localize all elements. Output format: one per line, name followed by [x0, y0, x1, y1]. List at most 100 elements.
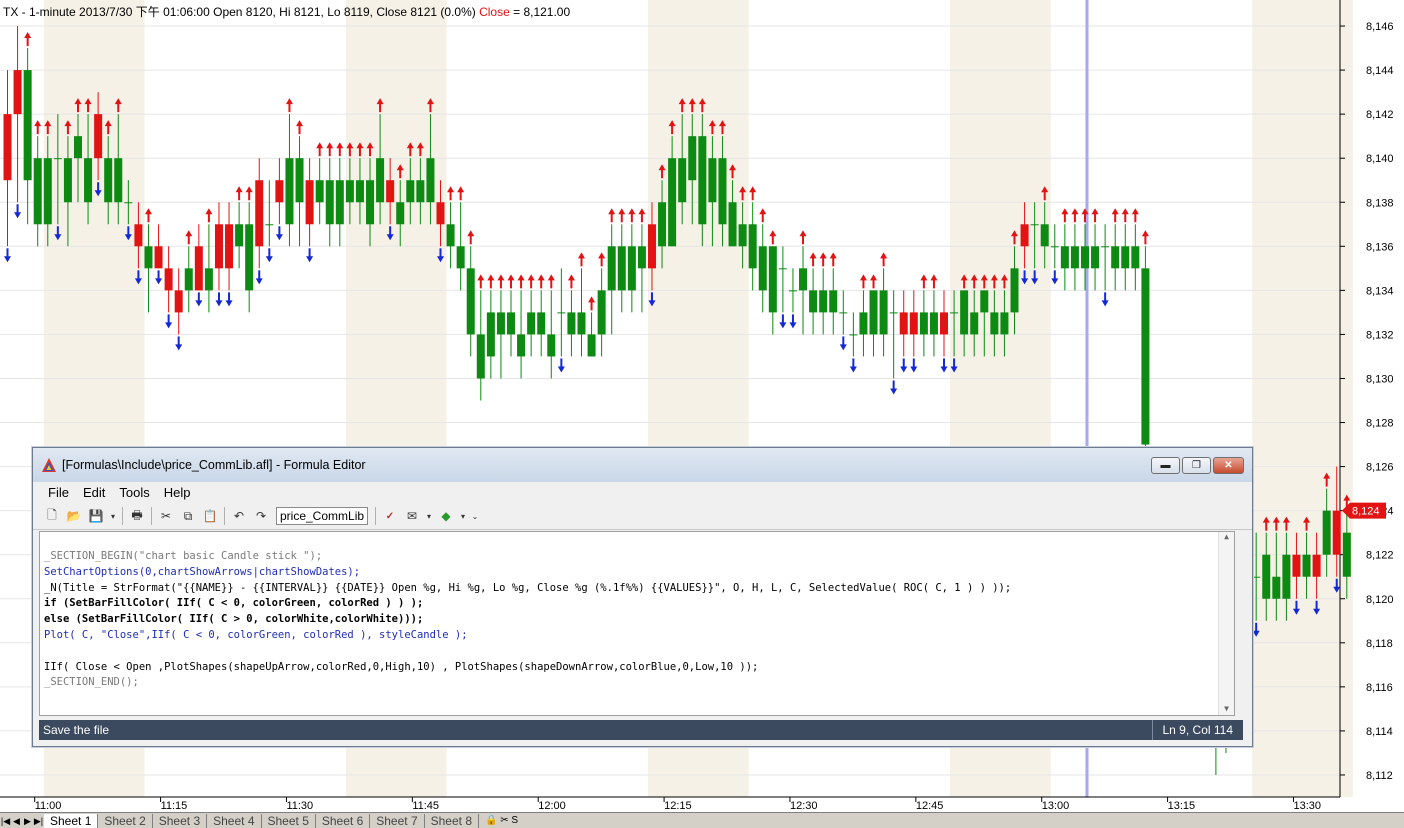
candle-body	[607, 246, 616, 291]
candle-body	[416, 180, 425, 203]
sheet-tab[interactable]: Sheet 6	[316, 813, 371, 828]
paste-icon[interactable]: 📋	[201, 507, 219, 525]
candle-body	[134, 224, 143, 247]
candle-body	[255, 180, 264, 247]
menu-edit[interactable]: Edit	[76, 485, 112, 500]
maximize-button[interactable]: ❐	[1182, 456, 1211, 474]
copy-icon[interactable]: ⧉	[179, 507, 197, 525]
y-axis-label: 8,134	[1366, 285, 1394, 297]
code-line: Plot( C, "Close",IIf( C < 0, colorGreen,…	[44, 628, 468, 641]
send-to-chart-icon[interactable]: ✉	[403, 507, 421, 525]
candle-body	[748, 224, 757, 269]
menu-help[interactable]: Help	[157, 485, 198, 500]
candle-body	[63, 158, 72, 203]
code-line: SetChartOptions(0,chartShowArrows|chartS…	[44, 565, 361, 578]
save-dropdown-icon[interactable]: ▾	[109, 507, 117, 525]
sheet-tab[interactable]: Sheet 3	[153, 813, 208, 828]
undo-icon[interactable]: ↶	[230, 507, 248, 525]
scroll-up-icon[interactable]: ▲	[1219, 532, 1234, 541]
candle-body	[1030, 224, 1039, 226]
toolbar-separator	[224, 507, 225, 525]
candle-body	[617, 246, 626, 291]
candle-body	[23, 70, 32, 181]
sheet-nav-icon[interactable]: ▶|	[33, 815, 44, 827]
sheet-tab[interactable]: Sheet 2	[98, 813, 153, 828]
minimize-button[interactable]: ▬	[1151, 456, 1180, 474]
candle-body	[1312, 554, 1321, 577]
candle-body	[355, 180, 364, 203]
sheet-tab[interactable]: Sheet 1	[44, 813, 99, 828]
sheet-nav-icon[interactable]: ◀	[11, 815, 22, 827]
candle-body	[376, 158, 385, 203]
candle-body	[517, 334, 526, 357]
chart-title-close-value: = 8,121.00	[510, 5, 571, 19]
candle-body	[1302, 554, 1311, 577]
candle-body	[366, 180, 375, 225]
candle-body	[476, 334, 485, 379]
code-line: else (SetBarFillColor( IIf( C > 0, color…	[44, 613, 424, 626]
close-button[interactable]: ✕	[1213, 456, 1244, 474]
candle-body	[698, 136, 707, 225]
candle-body	[1000, 312, 1009, 335]
chart-title-close-label: Close	[479, 5, 510, 19]
new-file-icon[interactable]: 🗋	[43, 507, 61, 525]
apply-indicator-icon[interactable]: ◆	[437, 507, 455, 525]
candle-body	[1060, 246, 1069, 269]
candle-body	[1282, 554, 1291, 599]
candle-body	[1020, 224, 1029, 247]
toolbar-separator	[151, 507, 152, 525]
candle-body	[305, 180, 314, 225]
menu-tools[interactable]: Tools	[112, 485, 156, 500]
x-axis-label: 11:45	[412, 800, 439, 812]
scroll-down-icon[interactable]: ▼	[1219, 704, 1234, 713]
open-folder-icon[interactable]: 📂	[65, 507, 83, 525]
toolbar-overflow-icon[interactable]: ⌄	[471, 507, 479, 525]
candle-body	[265, 224, 274, 226]
x-axis-label: 12:15	[664, 800, 692, 812]
y-axis-label: 8,116	[1366, 682, 1393, 694]
candle-body	[1121, 246, 1130, 269]
redo-icon[interactable]: ↷	[252, 507, 270, 525]
send-dropdown-icon[interactable]: ▾	[425, 507, 433, 525]
verify-syntax-icon[interactable]: ✓	[381, 507, 399, 525]
code-editor[interactable]: _SECTION_BEGIN("chart basic Candle stick…	[39, 531, 1235, 716]
x-axis-label: 11:15	[161, 800, 188, 812]
y-axis-label: 8,132	[1366, 329, 1394, 341]
candle-body	[53, 158, 62, 160]
y-axis-label: 8,130	[1366, 373, 1394, 385]
sheet-extra-icons[interactable]: 🔒 ✂ S	[479, 815, 518, 826]
candle-body	[788, 290, 797, 292]
apply-dropdown-icon[interactable]: ▾	[459, 507, 467, 525]
candle-body	[688, 136, 697, 181]
vertical-scrollbar[interactable]: ▲ ▼	[1218, 532, 1234, 715]
candle-body	[809, 290, 818, 313]
x-axis-label: 13:00	[1042, 800, 1070, 812]
print-icon[interactable]: 🖶	[128, 507, 146, 525]
menu-file[interactable]: File	[41, 485, 76, 500]
candle-body	[889, 312, 898, 314]
sheet-tab[interactable]: Sheet 4	[207, 813, 262, 828]
candle-body	[204, 268, 213, 291]
candle-body	[1131, 246, 1140, 269]
file-combo[interactable]	[276, 507, 368, 525]
menu-bar: File Edit Tools Help	[33, 482, 1252, 503]
candle-body	[386, 180, 395, 203]
y-axis-label: 8,142	[1366, 109, 1394, 121]
candle-body	[456, 246, 465, 269]
sheet-tab[interactable]: Sheet 7	[370, 813, 425, 828]
sheet-nav-icon[interactable]: |◀	[0, 815, 11, 827]
sheet-nav-icon[interactable]: ▶	[22, 815, 33, 827]
sheet-tab[interactable]: Sheet 5	[262, 813, 316, 828]
editor-titlebar[interactable]: [Formulas\Include\price_CommLib.afl] - F…	[33, 448, 1252, 482]
candle-body	[1070, 246, 1079, 269]
candle-body	[547, 334, 556, 357]
sheet-tab[interactable]: Sheet 8	[425, 813, 479, 828]
x-axis-label: 13:30	[1293, 800, 1321, 812]
cut-icon[interactable]: ✂	[157, 507, 175, 525]
cursor-position: Ln 9, Col 114	[1151, 720, 1244, 740]
candle-body	[496, 312, 505, 335]
save-icon[interactable]: 💾	[87, 507, 105, 525]
x-axis-label: 12:45	[916, 800, 944, 812]
candle-body	[849, 334, 858, 336]
